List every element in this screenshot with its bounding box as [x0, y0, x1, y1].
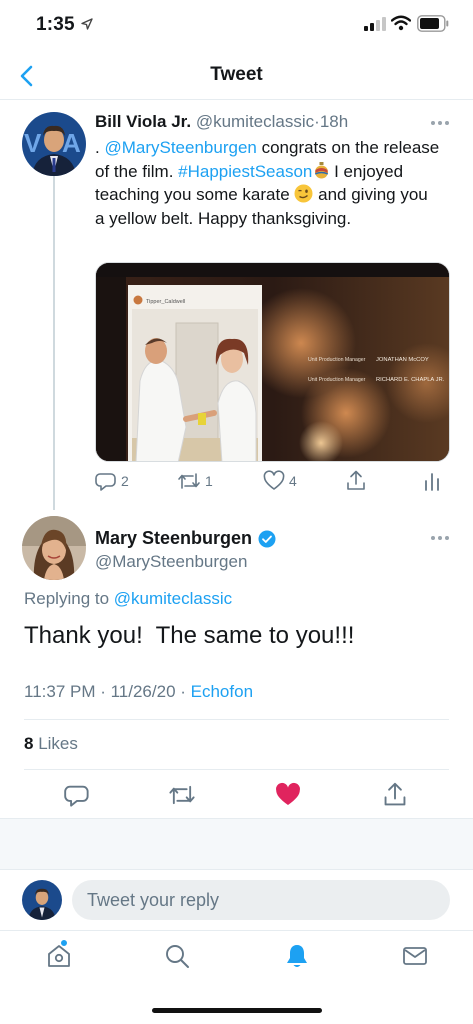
messages-icon — [403, 947, 427, 965]
search-icon — [166, 945, 189, 968]
reply-composer-bar — [0, 870, 473, 930]
retweet-count: 1 — [205, 473, 213, 489]
home-icon — [48, 945, 70, 967]
status-time: 1:35 — [36, 14, 75, 35]
parent-tweet-header: Bill Viola Jr. @kumiteclassic·18h — [95, 112, 348, 132]
retweet-icon — [178, 473, 200, 489]
battery-icon — [417, 15, 449, 32]
navigation-bar: Tweet — [0, 52, 473, 100]
share-action[interactable] — [345, 470, 367, 492]
thread-connector-line — [53, 176, 55, 510]
tab-messages[interactable] — [402, 943, 428, 974]
more-options-icon[interactable] — [430, 120, 450, 126]
heart-filled-icon[interactable] — [275, 782, 301, 808]
like-count: 4 — [289, 473, 297, 489]
mention-link[interactable]: @MarySteenburgen — [104, 138, 256, 157]
replying-handle-link[interactable]: @kumiteclassic — [114, 589, 232, 608]
author-name[interactable]: Bill Viola Jr. — [95, 112, 191, 131]
notifications-icon — [287, 945, 307, 967]
credit-role-2: Unit Production Manager — [308, 377, 366, 383]
winking-face-emoji-icon — [294, 184, 313, 203]
tab-notifications[interactable] — [284, 943, 310, 974]
page-title: Tweet — [210, 64, 263, 85]
credit-name-1: JONATHAN McCOY — [376, 357, 429, 363]
svg-text:V: V — [24, 128, 42, 158]
current-user-avatar[interactable] — [22, 880, 62, 920]
hashflag-ornament-icon — [315, 161, 329, 178]
reply-input[interactable] — [72, 880, 450, 920]
author-handle[interactable]: @MarySteenburgen — [95, 552, 247, 572]
timestamp-text: 11:37 PM · 11/26/20 · — [24, 682, 191, 701]
likes-label: Likes — [33, 734, 78, 753]
author-handle[interactable]: @kumiteclassic — [196, 112, 314, 131]
verified-badge-icon — [258, 530, 276, 547]
retweet-action[interactable]: 1 — [177, 470, 213, 492]
author-avatar[interactable]: V A — [22, 112, 86, 176]
hashtag-link[interactable]: #HappiestSeason — [178, 162, 312, 181]
home-indicator[interactable] — [152, 1008, 322, 1013]
parent-tweet[interactable]: V A Bill Viola Jr. @kumiteclassic·18h . … — [0, 100, 473, 504]
reply-icon — [95, 473, 116, 491]
like-action[interactable]: 4 — [263, 470, 297, 492]
author-name[interactable]: Mary Steenburgen — [95, 528, 252, 549]
share-icon[interactable] — [382, 782, 408, 808]
likes-summary[interactable]: 8 Likes — [24, 734, 78, 754]
parent-tweet-actions: 2 1 4 — [95, 470, 450, 498]
wifi-icon — [391, 15, 411, 31]
focal-tweet-actions — [0, 782, 473, 812]
credit-role-1: Unit Production Manager — [308, 357, 366, 363]
focal-tweet: Mary Steenburgen @MarySteenburgen Replyi… — [0, 504, 473, 818]
svg-text:A: A — [62, 128, 81, 158]
share-icon — [347, 470, 365, 490]
divider — [24, 719, 449, 720]
focal-author-name-line: Mary Steenburgen — [95, 528, 276, 549]
source-link[interactable]: Echofon — [191, 682, 253, 701]
new-content-dot — [60, 939, 68, 947]
reply-icon[interactable] — [64, 782, 90, 808]
replying-label: Replying to — [24, 589, 114, 608]
analytics-action[interactable] — [422, 470, 442, 492]
focal-tweet-text: Thank you! The same to you!!! — [24, 622, 355, 649]
tweet-timestamp: 11:37 PM · 11/26/20 · Echofon — [24, 682, 253, 702]
tab-home[interactable] — [46, 939, 72, 974]
location-arrow-icon — [81, 18, 93, 30]
analytics-icon — [425, 473, 439, 491]
section-separator — [0, 818, 473, 870]
tweet-age: 18h — [319, 112, 349, 131]
replying-to: Replying to @kumiteclassic — [24, 589, 232, 609]
media-caption-user: Tipper_Caldwell — [146, 299, 185, 305]
tab-search[interactable] — [164, 943, 190, 974]
retweet-icon[interactable] — [168, 782, 196, 808]
more-options-icon[interactable] — [430, 535, 450, 541]
bottom-tab-bar — [0, 930, 473, 990]
credit-name-2: RICHARD E. CHAPLA JR. — [376, 377, 445, 383]
divider — [24, 769, 449, 770]
cellular-signal-icon — [364, 17, 386, 31]
heart-outline-icon — [263, 470, 285, 490]
status-bar: 1:35 — [0, 0, 473, 52]
reply-count: 2 — [121, 473, 129, 489]
reply-action[interactable]: 2 — [95, 470, 129, 492]
tweet-media-image[interactable]: Tipper_Caldwell Unit Production Manager … — [95, 262, 450, 462]
author-avatar[interactable] — [22, 516, 86, 580]
parent-tweet-text: . @MarySteenburgen congrats on the relea… — [95, 136, 440, 230]
